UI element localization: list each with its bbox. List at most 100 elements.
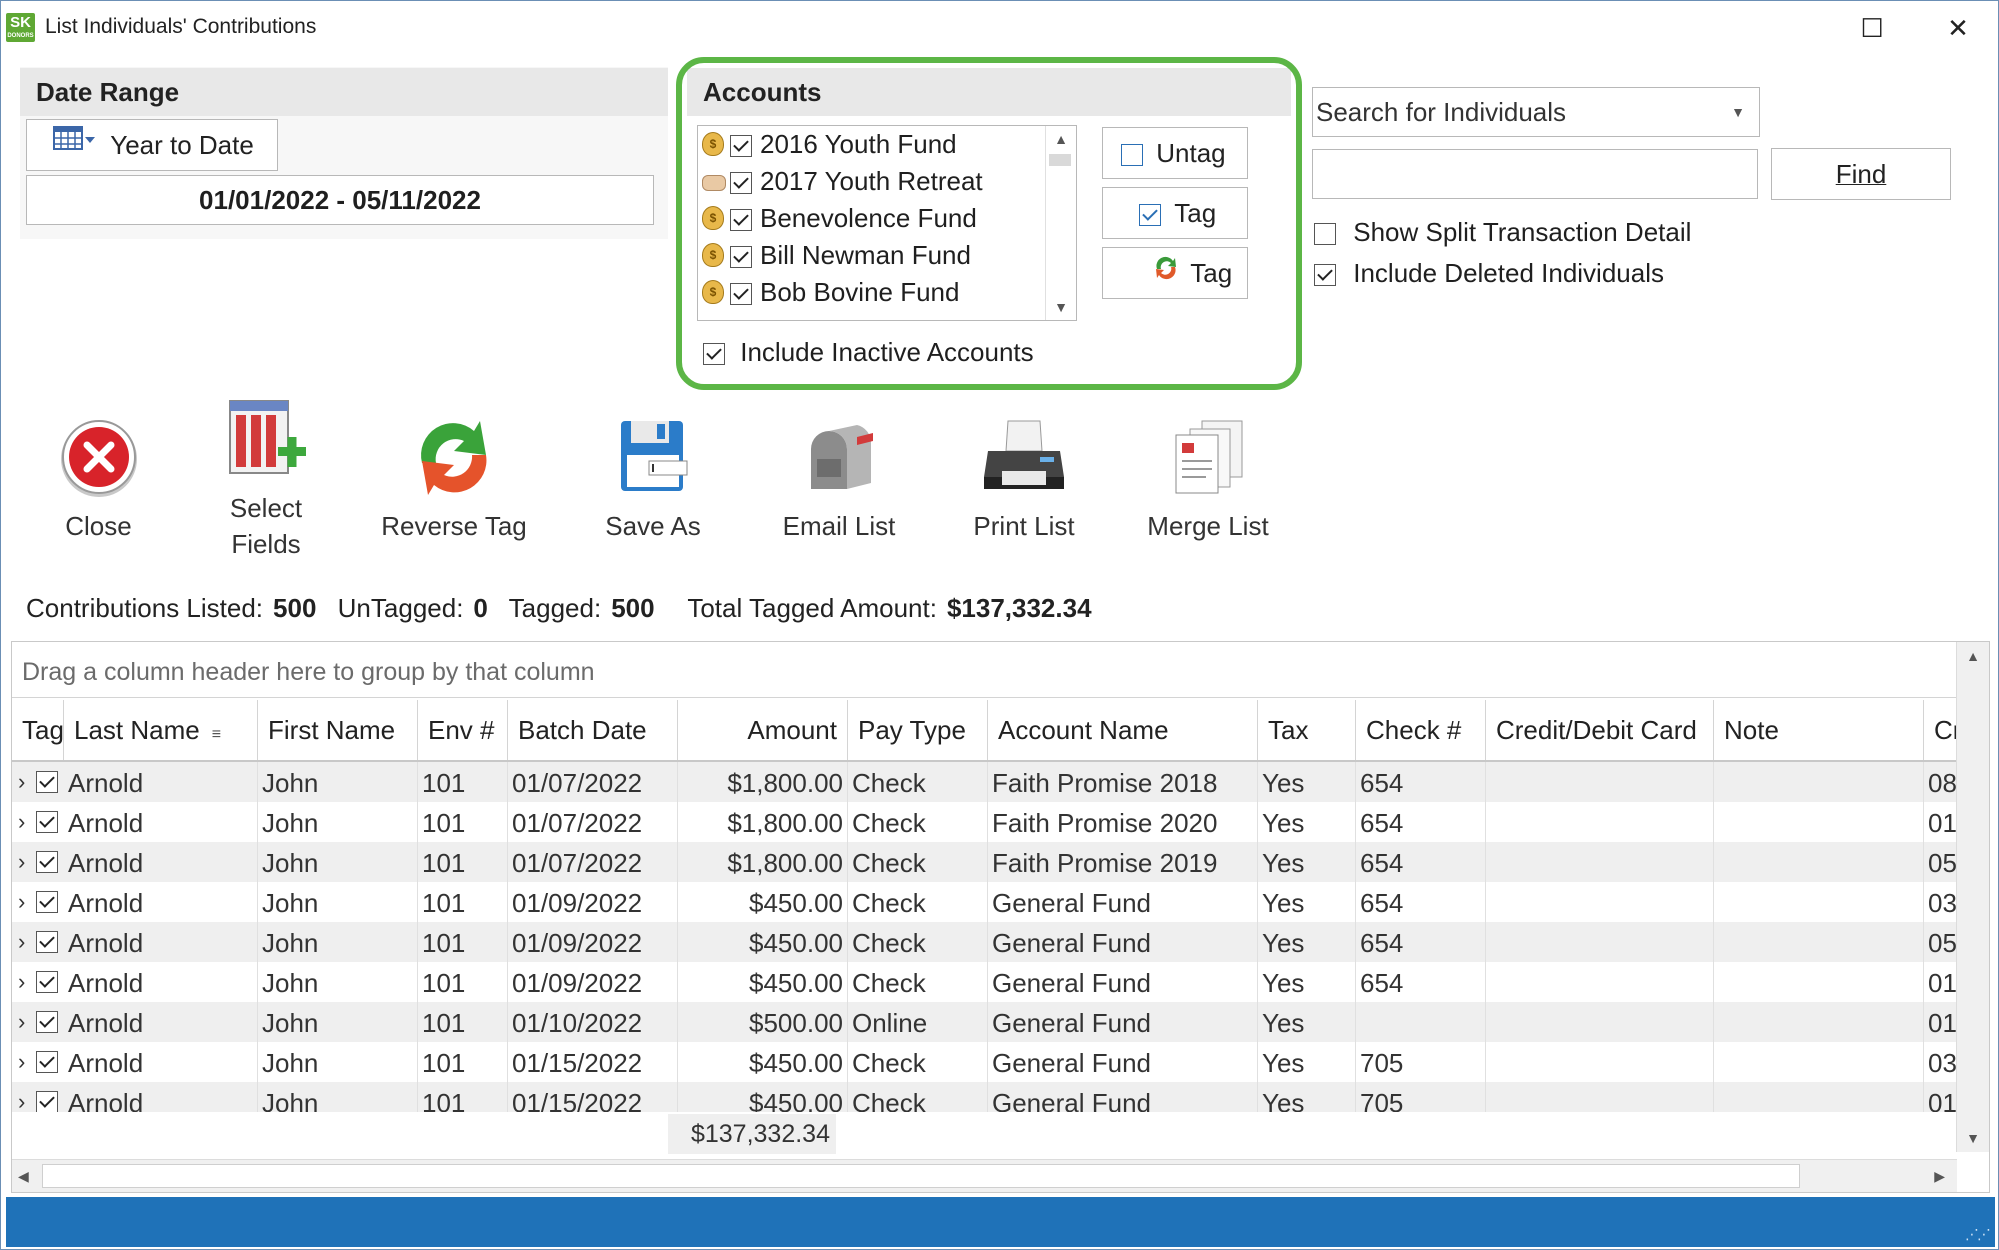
account-checkbox[interactable] <box>730 246 752 269</box>
cell-check[interactable]: 654 <box>1356 922 1486 962</box>
table-row[interactable]: › Arnold John 101 01/15/2022 $450.00 Check Gene… <box>12 1082 1957 1112</box>
column-header[interactable]: Amount <box>678 700 848 760</box>
account-checkbox[interactable] <box>730 135 752 158</box>
expand-row-icon[interactable]: › <box>18 802 32 842</box>
cell-env[interactable]: 101 <box>418 922 508 962</box>
cell-account[interactable]: General Fund <box>988 1082 1258 1112</box>
expand-row-icon[interactable]: › <box>18 922 32 962</box>
scroll-down-icon[interactable]: ▼ <box>1046 294 1076 320</box>
accounts-list-scrollbar[interactable]: ▲ ▼ <box>1045 126 1076 320</box>
cell-amount[interactable]: $1,800.00 <box>678 762 848 802</box>
account-checkbox[interactable] <box>730 283 752 306</box>
cell-cre[interactable]: 08/ <box>1924 762 1957 802</box>
grid-horizontal-scrollbar[interactable]: ◀ ▶ <box>12 1159 1957 1192</box>
date-range-field[interactable]: 01/01/2022 - 05/11/2022 <box>26 175 654 225</box>
cell-check[interactable]: 654 <box>1356 802 1486 842</box>
row-tag-checkbox[interactable] <box>36 811 58 833</box>
cell-card[interactable] <box>1486 762 1714 802</box>
cell-cre[interactable]: 05/ <box>1924 842 1957 882</box>
cell-note[interactable] <box>1714 1082 1924 1112</box>
cell-cre[interactable]: 03/ <box>1924 882 1957 922</box>
cell-note[interactable] <box>1714 962 1924 1002</box>
cell-first[interactable]: John <box>258 802 418 842</box>
tag-all-button[interactable]: Tag All <box>1102 187 1248 278</box>
cell-pay[interactable]: Check <box>848 882 988 922</box>
cell-tax[interactable]: Yes <box>1258 962 1356 1002</box>
cell-date[interactable]: 01/10/2022 <box>508 1002 678 1042</box>
accounts-scroll-thumb[interactable] <box>1049 154 1071 166</box>
cell-env[interactable]: 101 <box>418 962 508 1002</box>
cell-first[interactable]: John <box>258 1082 418 1112</box>
row-tag-checkbox[interactable] <box>36 1011 58 1033</box>
cell-check[interactable]: 705 <box>1356 1082 1486 1112</box>
cell-cre[interactable]: 01/ <box>1924 962 1957 1002</box>
cell-card[interactable] <box>1486 802 1714 842</box>
cell-note[interactable] <box>1714 922 1924 962</box>
cell-note[interactable] <box>1714 1042 1924 1082</box>
cell-account[interactable]: Faith Promise 2018 <box>988 762 1258 802</box>
cell-note[interactable] <box>1714 882 1924 922</box>
cell-first[interactable]: John <box>258 762 418 802</box>
cell-cre[interactable]: 03/ <box>1924 1042 1957 1082</box>
column-header[interactable]: Env # <box>418 700 508 760</box>
cell-amount[interactable]: $450.00 <box>678 962 848 1002</box>
reverse-tag-button[interactable]: Reverse Tag <box>381 415 527 544</box>
account-checkbox[interactable] <box>730 172 752 195</box>
cell-last[interactable]: Arnold <box>64 962 258 1002</box>
cell-account[interactable]: General Fund <box>988 1002 1258 1042</box>
cell-cre[interactable]: 01/ <box>1924 1002 1957 1042</box>
include-deleted-individuals-option[interactable]: Include Deleted Individuals <box>1314 258 1664 289</box>
cell-pay[interactable]: Check <box>848 1082 988 1112</box>
expand-row-icon[interactable]: › <box>18 882 32 922</box>
group-by-panel[interactable]: Drag a column header here to group by th… <box>12 642 1957 698</box>
cell-note[interactable] <box>1714 842 1924 882</box>
account-checkbox[interactable] <box>730 209 752 232</box>
account-item[interactable]: $ Benevolence Fund <box>702 200 977 237</box>
untag-all-button[interactable]: Untag All <box>1102 127 1248 218</box>
show-split-checkbox[interactable] <box>1314 223 1336 246</box>
column-header[interactable]: Check # <box>1356 700 1486 760</box>
row-tag-checkbox[interactable] <box>36 851 58 873</box>
close-tool-button[interactable]: Close <box>41 415 156 544</box>
cell-pay[interactable]: Check <box>848 962 988 1002</box>
cell-account[interactable]: General Fund <box>988 1042 1258 1082</box>
cell-date[interactable]: 01/09/2022 <box>508 962 678 1002</box>
account-item[interactable]: $ Bob Bovine Fund <box>702 274 959 311</box>
table-row[interactable]: › Arnold John 101 01/10/2022 $500.00 Online Gen… <box>12 1002 1957 1042</box>
column-header[interactable]: Tax <box>1258 700 1356 760</box>
cell-last[interactable]: Arnold <box>64 1042 258 1082</box>
row-tag-checkbox[interactable] <box>36 1051 58 1073</box>
cell-date[interactable]: 01/07/2022 <box>508 842 678 882</box>
cell-last[interactable]: Arnold <box>64 922 258 962</box>
column-header[interactable]: Pay Type <box>848 700 988 760</box>
date-preset-dropdown[interactable]: Year to Date <box>26 119 278 171</box>
grid-vertical-scrollbar[interactable]: ▲ ▼ <box>1956 642 1989 1152</box>
grid-scroll-left-icon[interactable]: ◀ <box>18 1160 29 1192</box>
table-row[interactable]: › Arnold John 101 01/09/2022 $450.00 Check Gene… <box>12 922 1957 962</box>
expand-row-icon[interactable]: › <box>18 842 32 882</box>
cell-first[interactable]: John <box>258 922 418 962</box>
cell-date[interactable]: 01/09/2022 <box>508 922 678 962</box>
cell-date[interactable]: 01/15/2022 <box>508 1082 678 1112</box>
search-mode-dropdown[interactable]: Search for Individuals ▼ <box>1312 87 1760 137</box>
row-tag-checkbox[interactable] <box>36 891 58 913</box>
cell-last[interactable]: Arnold <box>64 882 258 922</box>
cell-check[interactable]: 705 <box>1356 1042 1486 1082</box>
cell-pay[interactable]: Check <box>848 802 988 842</box>
accounts-list[interactable]: $2016 Youth Fund 2017 Youth Retreat $ Benev… <box>697 125 1077 321</box>
merge-list-button[interactable]: Merge List <box>1141 415 1275 544</box>
cell-card[interactable] <box>1486 1082 1714 1112</box>
cell-first[interactable]: John <box>258 882 418 922</box>
show-split-transaction-option[interactable]: Show Split Transaction Detail <box>1314 217 1691 248</box>
cell-tax[interactable]: Yes <box>1258 922 1356 962</box>
cell-card[interactable] <box>1486 922 1714 962</box>
select-fields-button[interactable]: Select Fields <box>206 397 326 562</box>
cell-check[interactable]: 654 <box>1356 962 1486 1002</box>
cell-check[interactable]: 654 <box>1356 842 1486 882</box>
cell-pay[interactable]: Check <box>848 842 988 882</box>
grid-scroll-right-icon[interactable]: ▶ <box>1934 1160 1945 1192</box>
resize-grip-icon[interactable]: ⋰⋰ <box>1965 1226 1991 1243</box>
cell-tax[interactable]: Yes <box>1258 1082 1356 1112</box>
cell-tax[interactable]: Yes <box>1258 1042 1356 1082</box>
grid-vscroll-track[interactable] <box>1961 672 1985 972</box>
